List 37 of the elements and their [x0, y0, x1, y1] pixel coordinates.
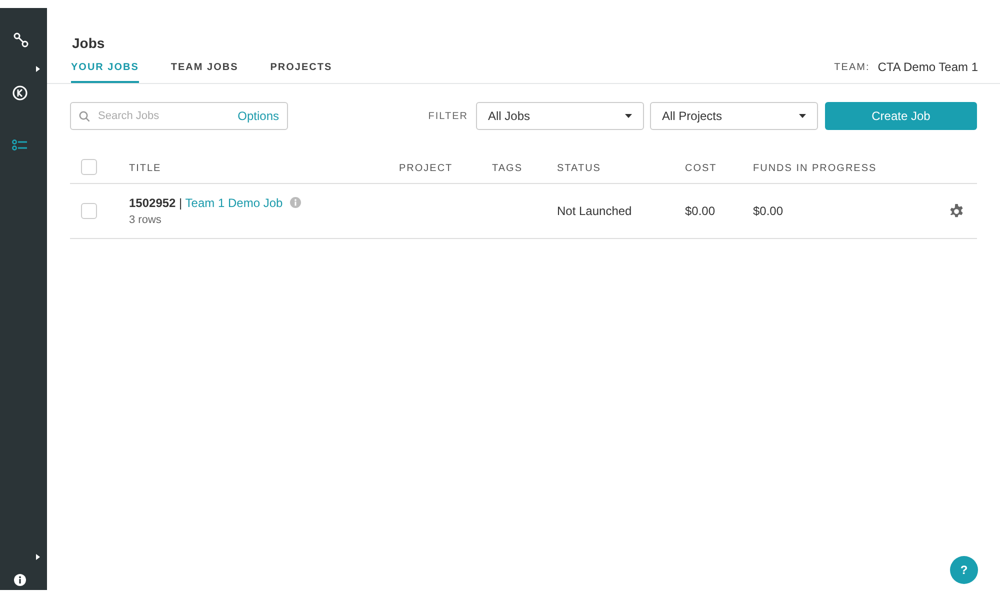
table-cell: $0.00	[753, 204, 784, 218]
column-header: STATUS	[557, 162, 601, 174]
caret-icon[interactable]	[36, 66, 40, 72]
table-cell: $0.00	[685, 204, 716, 218]
tab[interactable]: TEAM JOBS	[170, 60, 238, 83]
create-job-button[interactable]: Create Job	[825, 102, 977, 130]
tab[interactable]: YOUR JOBS	[71, 60, 139, 83]
column-header: COST	[685, 162, 717, 174]
team-name: CTA Demo Team 1	[878, 59, 978, 76]
project-filter-select[interactable]: All Projects	[650, 102, 818, 130]
row-count: 3 rows	[129, 212, 162, 228]
search-field[interactable]: Search Jobs Options	[70, 102, 288, 130]
tab[interactable]: PROJECTS	[270, 60, 332, 83]
team-label: TEAM:	[834, 60, 870, 74]
link-icon[interactable]	[12, 32, 28, 48]
options-link[interactable]: Options	[238, 107, 279, 125]
job-title: 1502952 | Team 1 Demo Job	[129, 194, 283, 212]
search-icon	[79, 110, 90, 122]
column-header: TITLE	[129, 162, 162, 174]
dropdown-caret-icon	[799, 114, 806, 118]
job-link[interactable]: Team 1 Demo Job	[185, 196, 283, 210]
k-circle-icon[interactable]	[12, 85, 28, 101]
filter-label: FILTER	[428, 110, 468, 124]
page-title: Jobs	[72, 34, 106, 52]
column-header: TAGS	[492, 162, 522, 174]
settings-icon[interactable]	[949, 204, 964, 218]
job-filter-select[interactable]: All Jobs	[476, 102, 644, 130]
help-button[interactable]: ?	[950, 556, 978, 584]
list-icon[interactable]	[12, 139, 28, 151]
caret-icon[interactable]	[36, 554, 40, 560]
dropdown-caret-icon	[625, 114, 632, 118]
column-header: PROJECT	[399, 162, 453, 174]
checkbox[interactable]	[81, 203, 97, 219]
column-header: FUNDS IN PROGRESS	[753, 162, 877, 174]
checkbox[interactable]	[81, 158, 97, 174]
info-icon[interactable]	[14, 574, 26, 586]
table-cell: Not Launched	[557, 204, 632, 218]
